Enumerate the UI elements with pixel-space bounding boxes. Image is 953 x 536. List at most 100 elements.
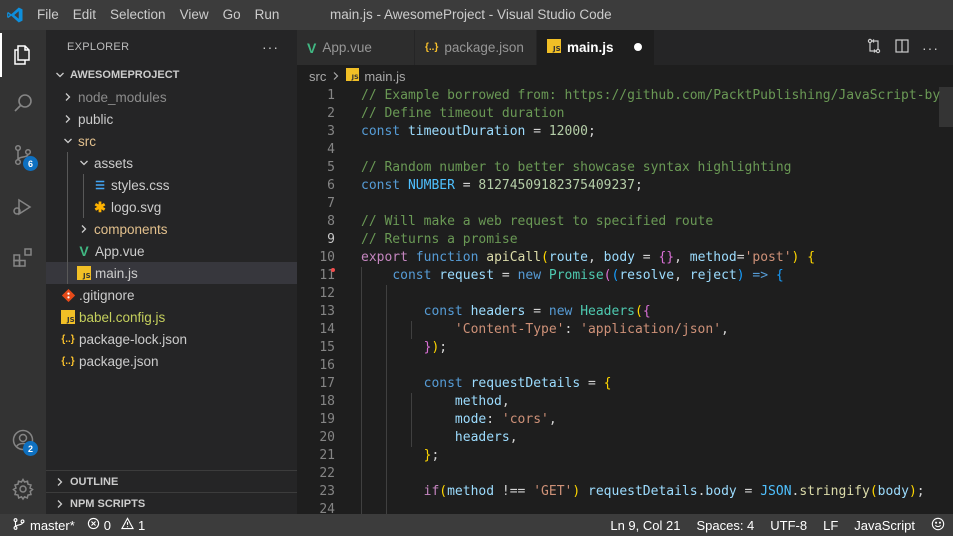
settings-gear-icon[interactable] <box>0 467 46 511</box>
chevron-right-icon <box>52 496 68 512</box>
branch-indicator[interactable]: master* <box>12 517 75 534</box>
code-line[interactable]: 21 }; <box>297 447 953 465</box>
tree-item-src[interactable]: src <box>46 130 297 152</box>
code-line[interactable]: 15 }); <box>297 339 953 357</box>
search-icon[interactable] <box>0 81 46 125</box>
code-text: const request = new Promise((resolve, re… <box>392 268 784 283</box>
tree-item-main-js[interactable]: JS main.js <box>46 262 297 284</box>
tree-item-logo-svg[interactable]: ✱ logo.svg <box>46 196 297 218</box>
code-line[interactable]: 11 const request = new Promise((resolve,… <box>297 267 953 285</box>
status-bar: master* 0 1 Ln 9, Col 21 Spaces: 4 UTF-8… <box>0 514 953 536</box>
tree-item-styles-css[interactable]: ☰ styles.css <box>46 174 297 196</box>
code-line[interactable]: 22 <box>297 465 953 483</box>
breadcrumb-folder[interactable]: src <box>309 69 326 84</box>
error-count: 0 <box>103 517 112 533</box>
tree-item-babel-config[interactable]: JS babel.config.js <box>46 306 297 328</box>
menu-view[interactable]: View <box>173 0 216 30</box>
line-number: 10 <box>319 250 335 265</box>
unsaved-dot-icon[interactable] <box>634 43 642 51</box>
code-line[interactable]: 8 // Will make a web request to specified… <box>297 213 953 231</box>
tab-package-json[interactable]: {..} package.json <box>415 30 537 65</box>
feedback-smiley-icon[interactable] <box>931 517 945 534</box>
vue-file-icon: V <box>79 243 89 259</box>
breakpoint-dot-icon[interactable] <box>331 268 335 272</box>
line-number: 19 <box>319 412 335 427</box>
code-line[interactable]: 16 <box>297 357 953 375</box>
source-control-icon[interactable]: 6 <box>0 133 46 177</box>
outline-section[interactable]: OUTLINE <box>46 470 297 492</box>
code-line[interactable]: 6 const NUMBER = 81274509182375409237; <box>297 177 953 195</box>
cursor-position[interactable]: Ln 9, Col 21 <box>610 518 680 533</box>
tree-item-label: logo.svg <box>111 199 162 215</box>
code-line[interactable]: 20 headers, <box>297 429 953 447</box>
accounts-icon[interactable]: 2 <box>0 418 46 462</box>
compare-changes-icon[interactable] <box>866 38 882 57</box>
svg-text:JS: JS <box>82 272 91 280</box>
tree-item-package-lock[interactable]: {..} package-lock.json <box>46 328 297 350</box>
code-text: headers, <box>454 430 518 445</box>
menu-selection[interactable]: Selection <box>103 0 173 30</box>
chevron-right-icon <box>60 89 76 105</box>
tree-item-components[interactable]: components <box>46 218 297 240</box>
run-debug-icon[interactable] <box>0 185 46 229</box>
line-number: 24 <box>319 502 335 514</box>
menu-file[interactable]: File <box>30 0 66 30</box>
tab-main-js[interactable]: JS main.js <box>537 30 655 65</box>
code-line[interactable]: 13 const headers = new Headers({ <box>297 303 953 321</box>
line-number: 21 <box>319 448 335 463</box>
svg-text:JS: JS <box>66 316 75 324</box>
npm-scripts-section[interactable]: NPM SCRIPTS <box>46 492 297 514</box>
tree-item-assets[interactable]: assets <box>46 152 297 174</box>
more-actions-button[interactable]: ··· <box>262 39 279 55</box>
code-line[interactable]: 1 // Example borrowed from: https://githu… <box>297 87 953 105</box>
svg-text:JS: JS <box>351 73 359 81</box>
code-line[interactable]: 2 // Define timeout duration <box>297 105 953 123</box>
tree-item-node-modules[interactable]: node_modules <box>46 86 297 108</box>
code-line[interactable]: 3 const timeoutDuration = 12000; <box>297 123 953 141</box>
branch-name: master* <box>30 517 75 533</box>
code-line[interactable]: 19 mode: 'cors', <box>297 411 953 429</box>
tree-item-package-json[interactable]: {..} package.json <box>46 350 297 372</box>
more-actions-icon[interactable]: ··· <box>922 40 939 56</box>
code-line[interactable]: 9 // Returns a promise <box>297 231 953 249</box>
tree-item-gitignore[interactable]: .gitignore <box>46 284 297 306</box>
indentation[interactable]: Spaces: 4 <box>696 518 754 533</box>
code-text: if(method !== 'GET') requestDetails.body… <box>423 484 925 499</box>
indent-guide <box>83 174 84 196</box>
language-mode[interactable]: JavaScript <box>854 518 915 533</box>
code-line[interactable]: 23 if(method !== 'GET') requestDetails.b… <box>297 483 953 501</box>
chevron-down-icon <box>76 155 92 171</box>
code-line[interactable]: 4 <box>297 141 953 159</box>
code-line[interactable]: 7 <box>297 195 953 213</box>
problems-indicator[interactable]: 0 1 <box>87 517 145 533</box>
encoding[interactable]: UTF-8 <box>770 518 807 533</box>
chevron-down-icon <box>60 133 76 149</box>
project-folder-header[interactable]: AWESOMEPROJECT <box>46 64 297 86</box>
menu-go[interactable]: Go <box>216 0 248 30</box>
code-line[interactable]: 24 <box>297 501 953 514</box>
split-editor-icon[interactable] <box>894 38 910 57</box>
tree-item-app-vue[interactable]: V App.vue <box>46 240 297 262</box>
code-line[interactable]: 18 method, <box>297 393 953 411</box>
indent-guide <box>67 152 68 174</box>
indent-guide <box>67 262 68 284</box>
code-line[interactable]: 12 <box>297 285 953 303</box>
code-line[interactable]: 17 const requestDetails = { <box>297 375 953 393</box>
tree-item-public[interactable]: public <box>46 108 297 130</box>
explorer-icon[interactable] <box>0 33 46 77</box>
tab-app-vue[interactable]: V App.vue <box>297 30 415 65</box>
menu-run[interactable]: Run <box>248 0 287 30</box>
js-file-icon: JS <box>60 309 76 325</box>
code-text: // Returns a promise <box>361 232 518 247</box>
tree-item-label: public <box>78 111 114 127</box>
end-of-line[interactable]: LF <box>823 518 838 533</box>
git-branch-icon <box>12 517 26 534</box>
code-line[interactable]: 14 'Content-Type': 'application/json', <box>297 321 953 339</box>
code-editor[interactable]: 1 // Example borrowed from: https://githu… <box>297 87 953 514</box>
menu-edit[interactable]: Edit <box>66 0 103 30</box>
code-line[interactable]: 10 export function apiCall(route, body = … <box>297 249 953 267</box>
breadcrumb-file[interactable]: main.js <box>364 69 405 84</box>
line-number: 2 <box>327 106 335 121</box>
code-line[interactable]: 5 // Random number to better showcase syn… <box>297 159 953 177</box>
extensions-icon[interactable] <box>0 235 46 279</box>
